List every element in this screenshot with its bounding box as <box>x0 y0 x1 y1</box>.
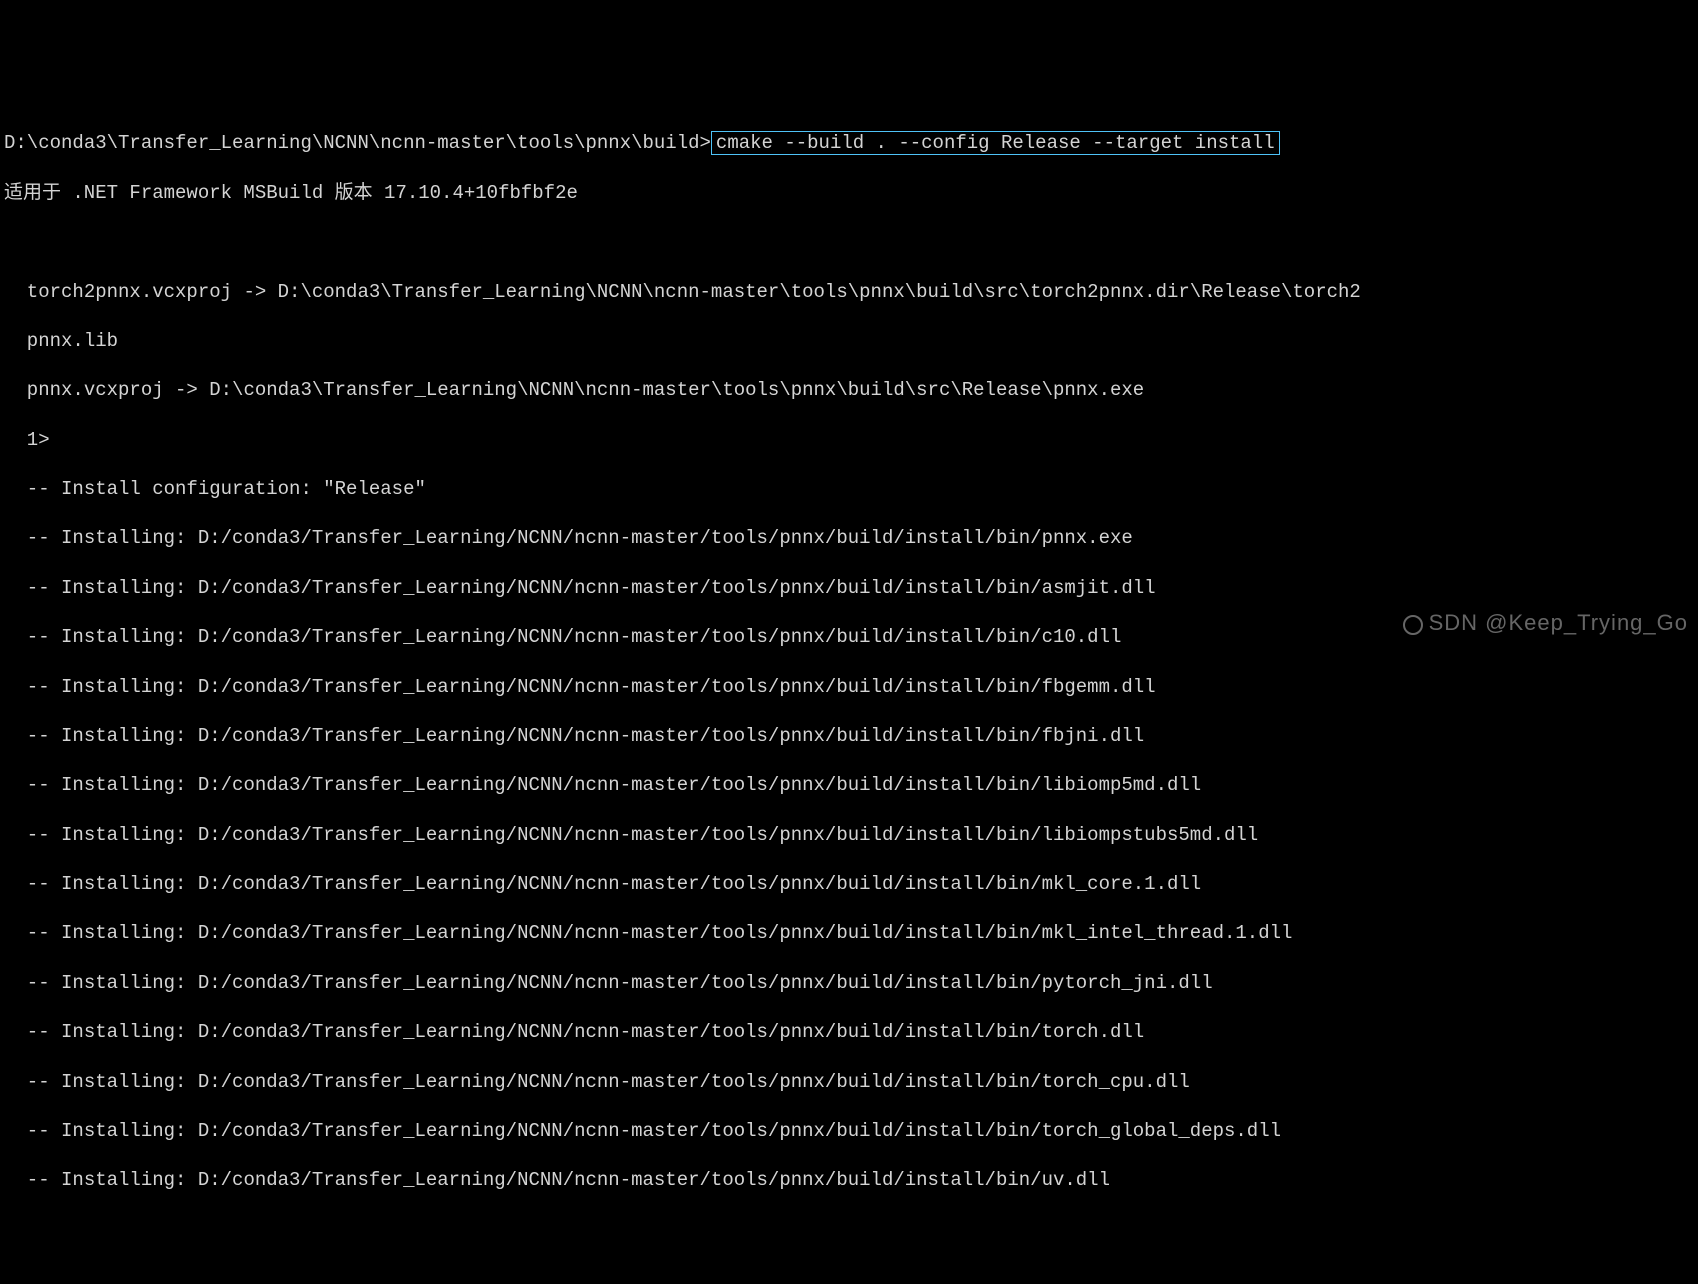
prompt-path: D:\conda3\Transfer_Learning\NCNN\ncnn-ma… <box>4 132 711 154</box>
install-line: -- Installing: D:/conda3/Transfer_Learni… <box>4 1168 1694 1193</box>
install-config-line: -- Install configuration: "Release" <box>4 477 1694 502</box>
install-line: -- Installing: D:/conda3/Transfer_Learni… <box>4 675 1694 700</box>
install-line: -- Installing: D:/conda3/Transfer_Learni… <box>4 576 1694 601</box>
watermark-label: SDN @Keep_Trying_Go <box>1429 610 1688 635</box>
install-line: -- Installing: D:/conda3/Transfer_Learni… <box>4 1119 1694 1144</box>
command-highlight-box: cmake --build . --config Release --targe… <box>711 131 1280 155</box>
build-output-torch2pnnx-2: pnnx.lib <box>4 329 1694 354</box>
install-line: -- Installing: D:/conda3/Transfer_Learni… <box>4 724 1694 749</box>
install-line: -- Installing: D:/conda3/Transfer_Learni… <box>4 921 1694 946</box>
command-prompt-line: D:\conda3\Transfer_Learning\NCNN\ncnn-ma… <box>4 131 1694 156</box>
msbuild-version-line: 适用于 .NET Framework MSBuild 版本 17.10.4+10… <box>4 181 1694 206</box>
install-line: -- Installing: D:/conda3/Transfer_Learni… <box>4 1020 1694 1045</box>
terminal-output[interactable]: D:\conda3\Transfer_Learning\NCNN\ncnn-ma… <box>4 107 1694 1218</box>
install-line: -- Installing: D:/conda3/Transfer_Learni… <box>4 971 1694 996</box>
watermark-text: SDN @Keep_Trying_Go <box>1403 609 1688 638</box>
build-marker: 1> <box>4 428 1694 453</box>
blank-line <box>4 230 1694 255</box>
build-output-torch2pnnx-1: torch2pnnx.vcxproj -> D:\conda3\Transfer… <box>4 280 1694 305</box>
build-output-pnnx: pnnx.vcxproj -> D:\conda3\Transfer_Learn… <box>4 378 1694 403</box>
install-line: -- Installing: D:/conda3/Transfer_Learni… <box>4 1070 1694 1095</box>
install-line: -- Installing: D:/conda3/Transfer_Learni… <box>4 773 1694 798</box>
command-text: cmake --build . --config Release --targe… <box>716 132 1275 154</box>
install-line: -- Installing: D:/conda3/Transfer_Learni… <box>4 526 1694 551</box>
watermark-icon <box>1403 615 1423 635</box>
install-line: -- Installing: D:/conda3/Transfer_Learni… <box>4 872 1694 897</box>
install-line: -- Installing: D:/conda3/Transfer_Learni… <box>4 823 1694 848</box>
